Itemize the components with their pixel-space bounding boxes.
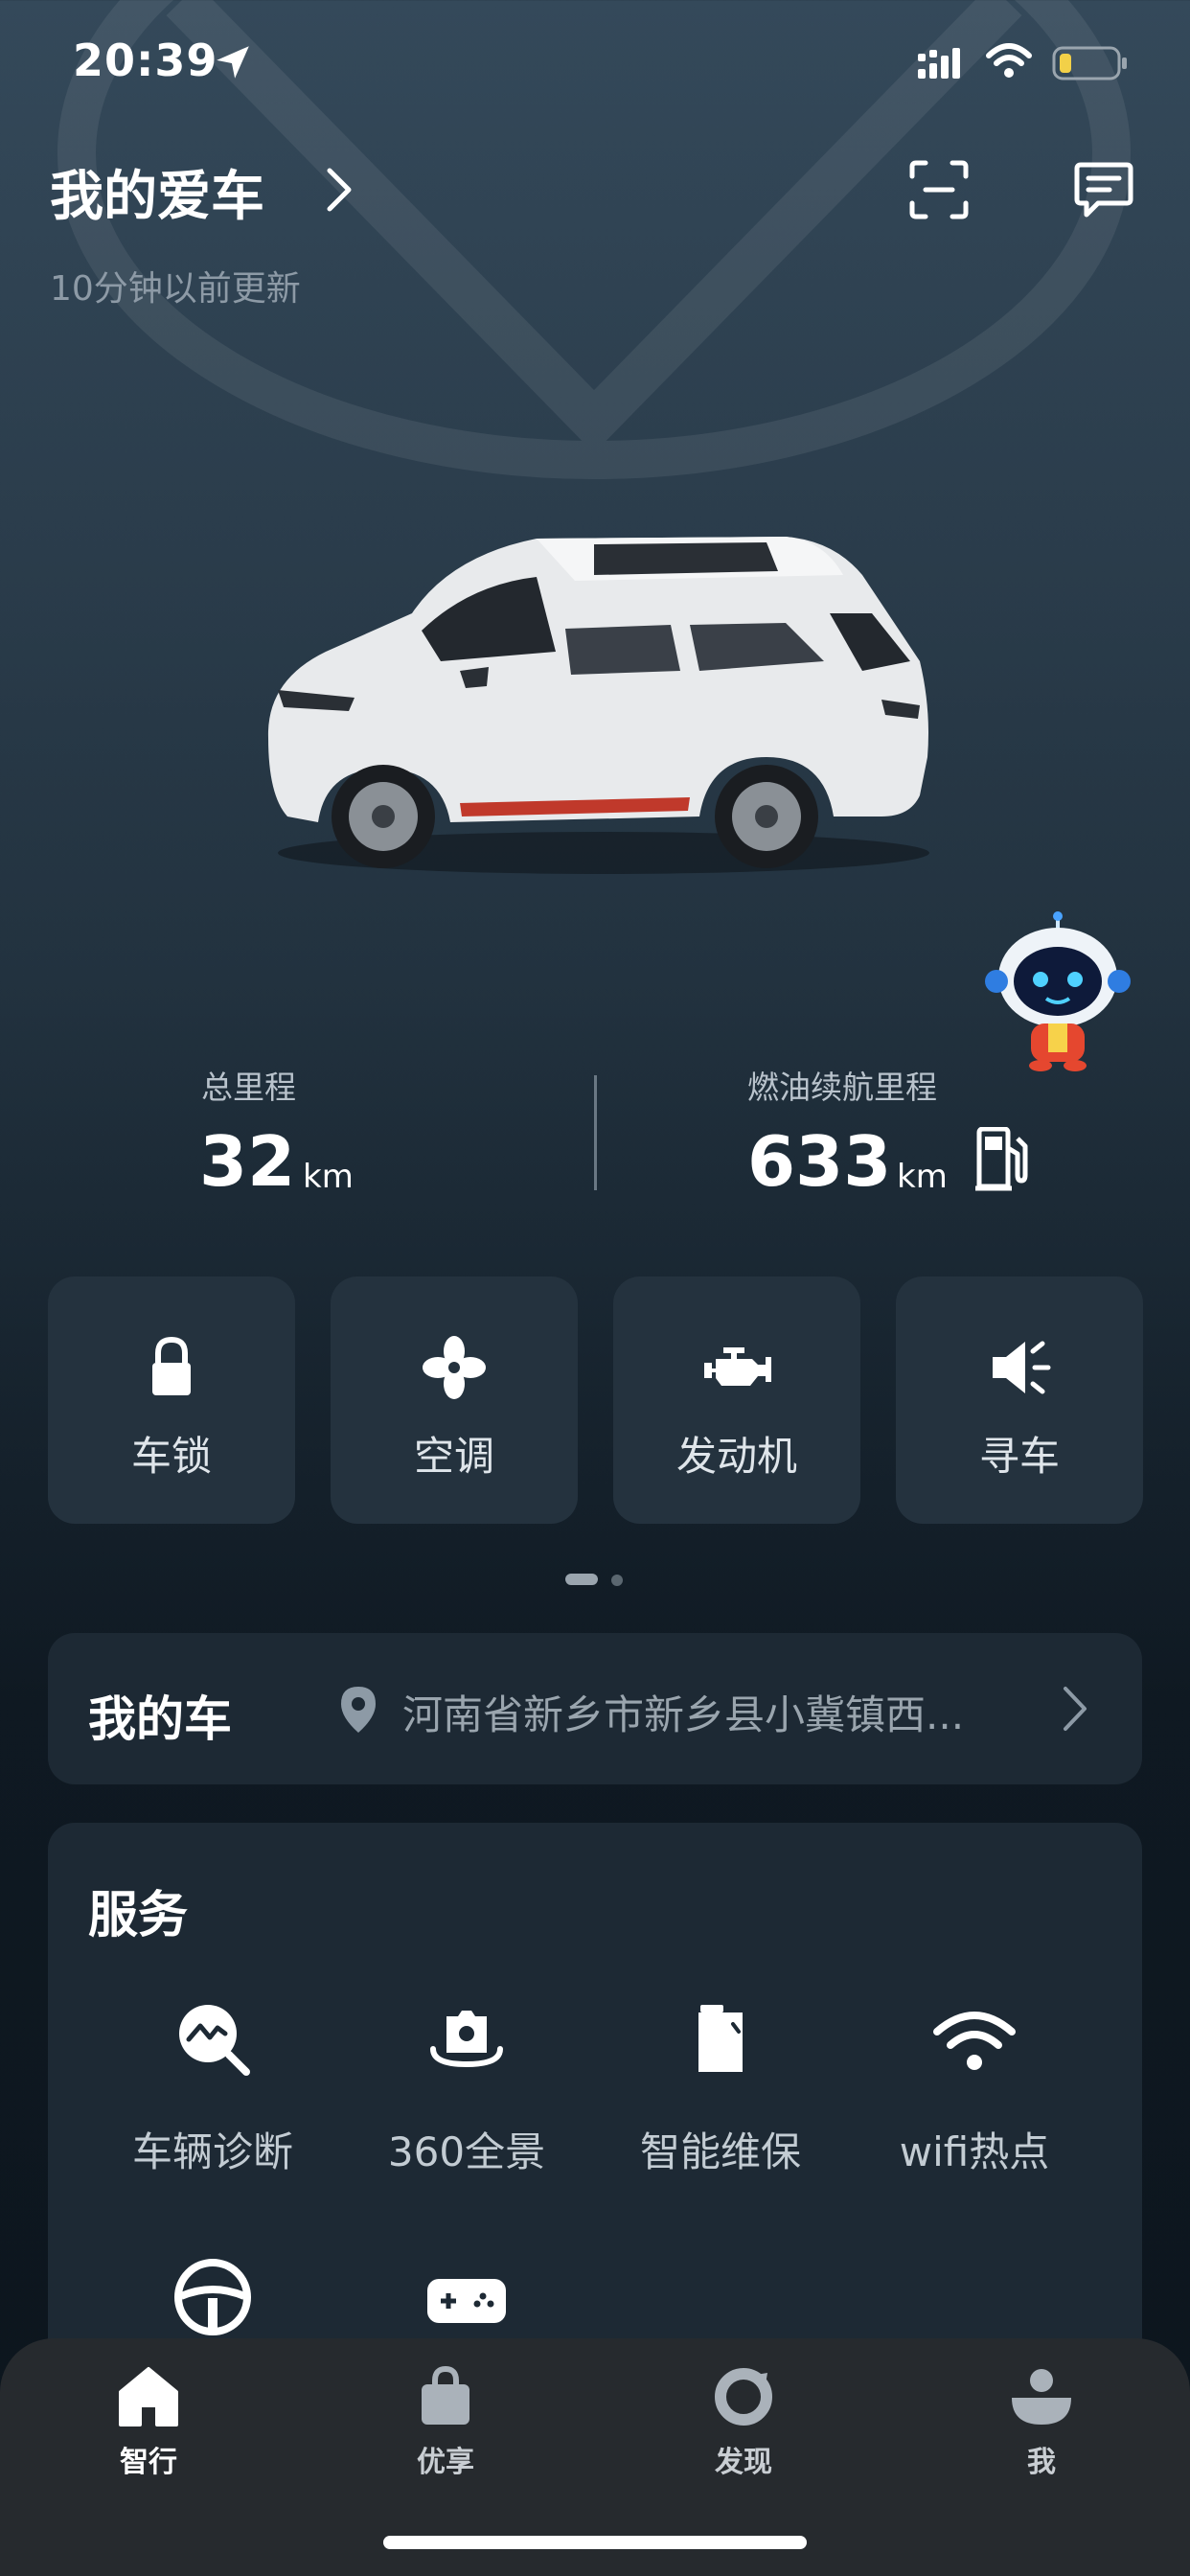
ac-control-button[interactable]: 空调: [331, 1276, 578, 1524]
services-title: 服务: [88, 1887, 189, 1944]
my-car-title: 我的车: [88, 1691, 232, 1747]
fan-icon: [423, 1336, 486, 1399]
service-smart-maintenance[interactable]: 智能维保: [594, 1995, 847, 2178]
scan-icon[interactable]: [908, 159, 970, 220]
tab-label: 我: [1027, 2446, 1056, 2479]
ac-control-label: 空调: [413, 1433, 494, 1480]
find-car-button[interactable]: 寻车: [896, 1276, 1143, 1524]
location-arrow-icon: [217, 46, 249, 79]
my-car-address: 河南省新乡市新乡县小冀镇西...: [402, 1691, 965, 1738]
mileage-divider: [594, 1075, 597, 1190]
home-indicator: [383, 2536, 807, 2549]
tab-label: 优享: [417, 2446, 474, 2479]
home-icon: [119, 2367, 178, 2426]
service-label: 车辆诊断: [131, 2128, 293, 2175]
page-indicator-active: [565, 1574, 598, 1585]
car-image[interactable]: [249, 518, 958, 882]
engine-icon: [704, 1347, 771, 1386]
find-car-label: 寻车: [978, 1433, 1060, 1480]
horn-icon: [993, 1341, 1051, 1394]
service-label: 智能维保: [639, 2128, 801, 2175]
diagnosis-icon: [179, 2005, 250, 2076]
battery-icon: [1052, 46, 1127, 80]
service-label: wifi热点: [899, 2128, 1050, 2175]
gamepad-icon: [427, 2279, 506, 2323]
service-vehicle-diagnosis[interactable]: 车辆诊断: [86, 1995, 339, 2178]
camera-360-icon: [430, 2011, 503, 2068]
fuel-range-value: 633: [747, 1121, 892, 1202]
total-mileage-value: 32: [199, 1121, 296, 1202]
fuel-range-unit: km: [897, 1158, 948, 1196]
discover-icon: [715, 2368, 772, 2426]
lock-control-button[interactable]: 车锁: [48, 1276, 295, 1524]
shopping-bag-icon: [422, 2365, 469, 2425]
total-mileage-label: 总里程: [201, 1069, 296, 1106]
engine-control-label: 发动机: [675, 1433, 797, 1480]
wifi-hotspot-icon: [933, 2012, 1016, 2070]
service-label: 360全景: [387, 2128, 546, 2175]
chevron-right-icon: [1064, 1687, 1087, 1731]
tab-benefits[interactable]: 优享: [350, 2363, 541, 2480]
service-wifi-hotspot[interactable]: wifi热点: [848, 1995, 1101, 2178]
maintenance-icon: [698, 2005, 743, 2072]
service-games[interactable]: [340, 2254, 593, 2340]
wifi-status-icon: [986, 43, 1032, 78]
fuel-pump-icon: [975, 1127, 1028, 1191]
assistant-mascot-icon[interactable]: [981, 910, 1134, 1073]
update-time-text: 10分钟以前更新: [50, 269, 301, 309]
total-mileage-unit: km: [303, 1158, 354, 1196]
page-title[interactable]: 我的爱车: [50, 153, 264, 231]
tab-discover[interactable]: 发现: [648, 2363, 839, 2480]
cellular-signal-icon: [918, 48, 960, 79]
tab-smart-drive[interactable]: 智行: [53, 2363, 244, 2480]
tab-label: 智行: [120, 2446, 177, 2479]
engine-control-button[interactable]: 发动机: [613, 1276, 860, 1524]
service-driving[interactable]: [86, 2254, 339, 2340]
fuel-range-label: 燃油续航里程: [747, 1069, 937, 1106]
page-indicator-dot[interactable]: [611, 1575, 623, 1586]
service-360-view[interactable]: 360全景: [340, 1995, 593, 2178]
status-time: 20:39: [73, 34, 218, 86]
steering-wheel-icon: [174, 2259, 251, 2335]
message-icon[interactable]: [1073, 161, 1134, 220]
profile-icon: [1012, 2369, 1071, 2425]
location-pin-icon: [341, 1687, 376, 1733]
chevron-right-icon[interactable]: [322, 165, 356, 215]
lock-icon: [152, 1336, 191, 1395]
my-car-location-card[interactable]: 我的车 河南省新乡市新乡县小冀镇西...: [48, 1633, 1142, 1784]
tab-label: 发现: [715, 2446, 772, 2479]
lock-control-label: 车锁: [130, 1433, 212, 1480]
tab-profile[interactable]: 我: [946, 2363, 1137, 2480]
